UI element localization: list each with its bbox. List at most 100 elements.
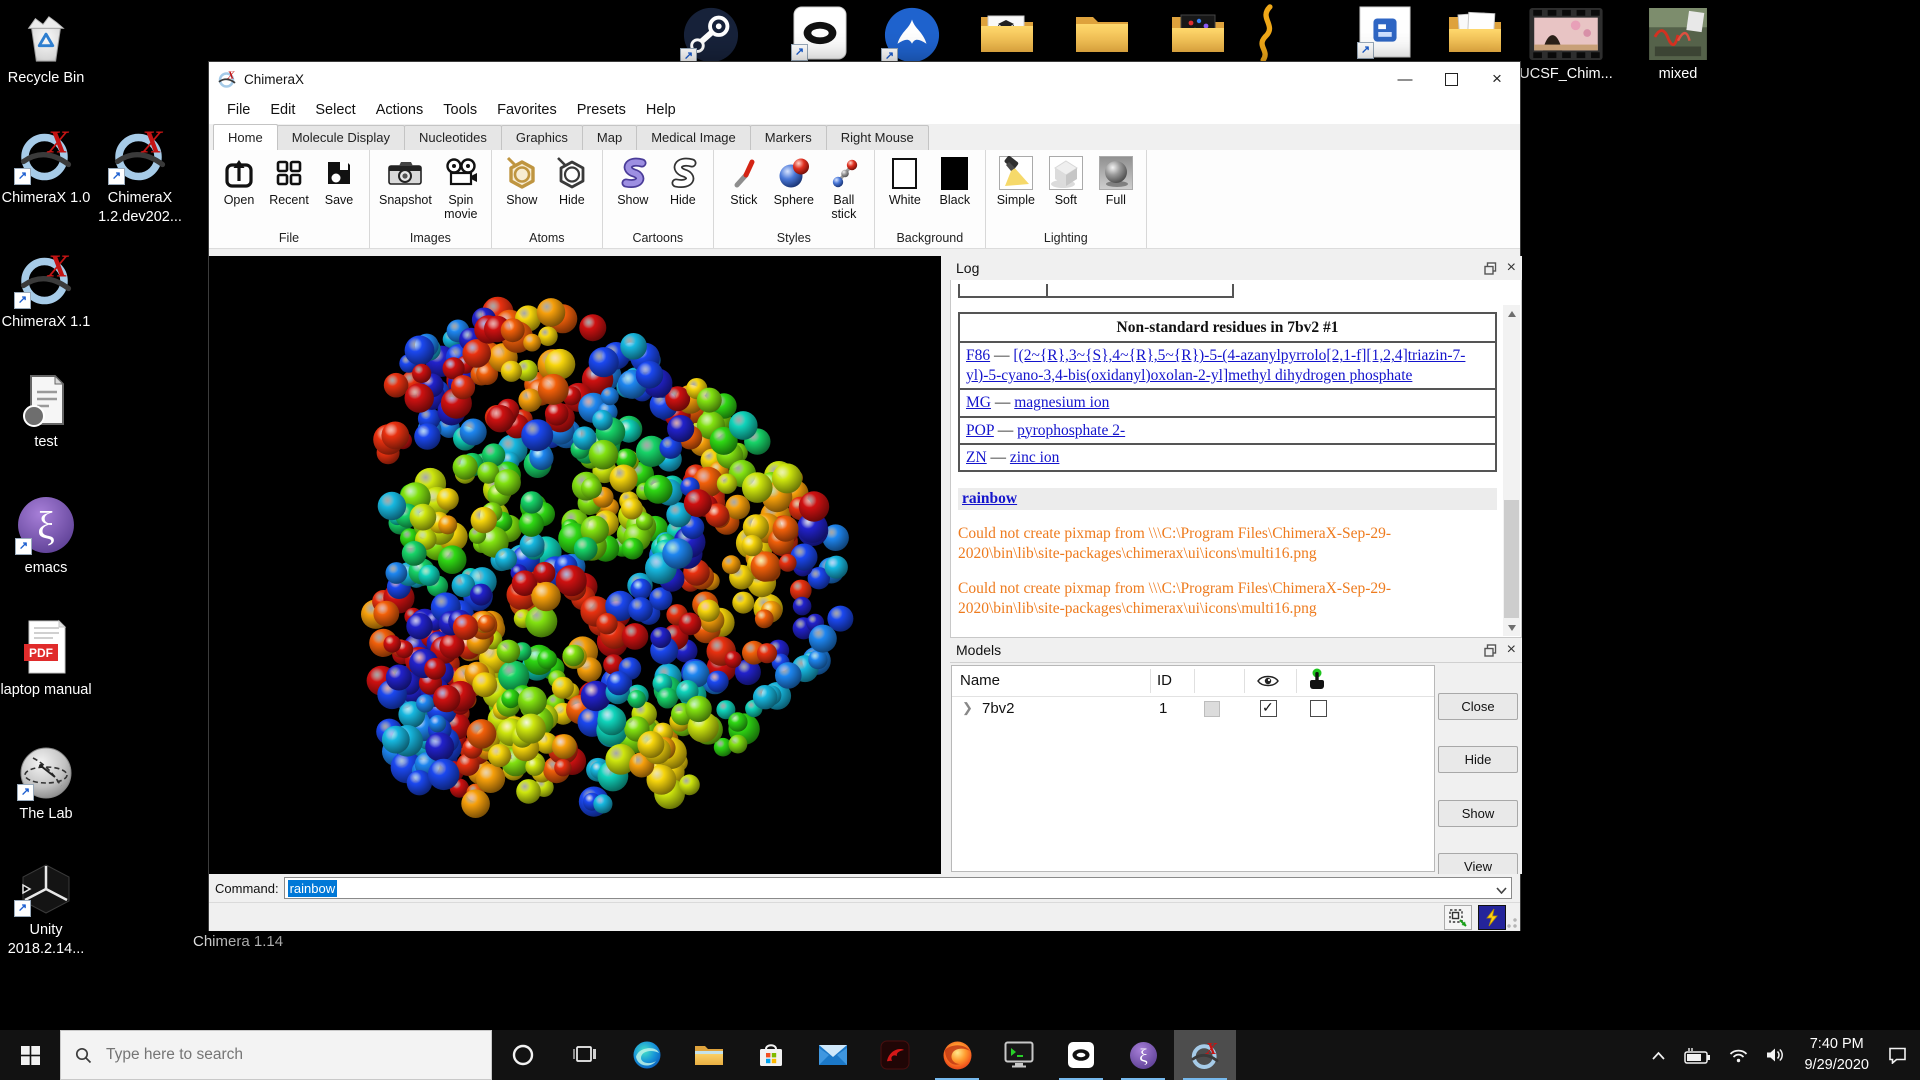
fast-mode-button[interactable] bbox=[1478, 905, 1506, 930]
menu-file[interactable]: File bbox=[217, 99, 260, 121]
tray-chevron-up-icon[interactable] bbox=[1642, 1050, 1675, 1061]
tab-medical-image[interactable]: Medical Image bbox=[636, 125, 751, 150]
cartoons-hide-button[interactable]: Hide bbox=[659, 153, 707, 229]
command-input[interactable]: rainbow bbox=[284, 877, 1512, 899]
desktop-icon-folder-docs[interactable] bbox=[1427, 8, 1523, 56]
sphere-button[interactable]: Sphere bbox=[770, 153, 818, 229]
scroll-up-arrow[interactable] bbox=[1503, 305, 1520, 322]
desktop-icon-folder-molecules[interactable] bbox=[1150, 8, 1246, 56]
taskbar-search[interactable] bbox=[60, 1030, 492, 1080]
menu-tools[interactable]: Tools bbox=[433, 99, 487, 121]
taskbar-clock[interactable]: 7:40 PM 9/29/2020 bbox=[1794, 1034, 1879, 1076]
float-panel-icon[interactable] bbox=[1484, 644, 1497, 657]
models-hide-button[interactable]: Hide bbox=[1438, 746, 1518, 773]
stick-button[interactable]: Stick bbox=[720, 153, 768, 229]
desktop-icon-chimerax-12dev[interactable]: ↗ ChimeraX 1.2.dev202... bbox=[92, 124, 188, 227]
menu-edit[interactable]: Edit bbox=[260, 99, 305, 121]
menu-presets[interactable]: Presets bbox=[567, 99, 636, 121]
lighting-full-button[interactable]: Full bbox=[1092, 153, 1140, 229]
log-content[interactable]: Non-standard residues in 7bv2 #1 F86 — [… bbox=[950, 280, 1522, 638]
tab-graphics[interactable]: Graphics bbox=[501, 125, 583, 150]
residue-code-link[interactable]: F86 bbox=[966, 347, 990, 364]
desktop-icon-recycle-bin[interactable]: Recycle Bin bbox=[0, 10, 94, 88]
tab-markers[interactable]: Markers bbox=[750, 125, 827, 150]
desktop-icon-mixed[interactable]: mixed bbox=[1630, 8, 1726, 84]
tab-right-mouse[interactable]: Right Mouse bbox=[826, 125, 929, 150]
column-header-name[interactable]: Name bbox=[960, 672, 1000, 689]
lighting-simple-button[interactable]: Simple bbox=[992, 153, 1040, 229]
desktop-icon-squiggle[interactable] bbox=[1237, 4, 1297, 62]
tab-molecule-display[interactable]: Molecule Display bbox=[277, 125, 405, 150]
desktop-icon-laptop-manual[interactable]: PDF laptop manual bbox=[0, 618, 94, 700]
taskbar-cortana[interactable] bbox=[492, 1030, 554, 1080]
menu-actions[interactable]: Actions bbox=[366, 99, 434, 121]
start-button[interactable] bbox=[0, 1030, 60, 1080]
models-title-bar[interactable]: Models × bbox=[950, 638, 1522, 663]
volume-icon[interactable] bbox=[1757, 1047, 1794, 1063]
viewport-3d[interactable] bbox=[209, 256, 941, 874]
residue-code-link[interactable]: MG bbox=[966, 394, 991, 411]
maximize-button[interactable] bbox=[1428, 62, 1474, 96]
taskbar-terminal[interactable] bbox=[988, 1030, 1050, 1080]
title-bar[interactable]: ChimeraX — × bbox=[209, 62, 1520, 96]
desktop-icon-folder-unity[interactable] bbox=[959, 8, 1055, 56]
residue-name-link[interactable]: [(2~{R},3~{S},4~{R},5~{R})-5-(4-azanylpy… bbox=[966, 347, 1465, 383]
close-panel-icon[interactable]: × bbox=[1507, 260, 1516, 276]
taskbar-oculus[interactable] bbox=[1050, 1030, 1112, 1080]
taskbar-store[interactable] bbox=[740, 1030, 802, 1080]
snapshot-button[interactable]: Snapshot bbox=[376, 153, 435, 229]
desktop-icon-steam[interactable]: ↗ bbox=[663, 6, 759, 64]
select-checkbox[interactable] bbox=[1310, 700, 1327, 717]
atoms-hide-button[interactable]: Hide bbox=[548, 153, 596, 229]
desktop-icon-emacs[interactable]: ξ ↗ emacs bbox=[0, 496, 94, 578]
taskbar-mail[interactable] bbox=[802, 1030, 864, 1080]
model-row-7bv2[interactable]: ❯ 7bv2 1 bbox=[952, 697, 1434, 723]
desktop-icon-the-lab[interactable]: ↗ The Lab bbox=[0, 746, 94, 824]
residue-name-link[interactable]: pyrophosphate 2- bbox=[1017, 422, 1125, 439]
residue-code-link[interactable]: POP bbox=[966, 422, 994, 439]
tab-home[interactable]: Home bbox=[213, 124, 278, 151]
residue-code-link[interactable]: ZN bbox=[966, 449, 987, 466]
minimize-button[interactable]: — bbox=[1382, 62, 1428, 96]
desktop-icon-ucsf-video[interactable]: UCSF_Chim... bbox=[1518, 8, 1614, 84]
recent-button[interactable]: Recent bbox=[265, 153, 313, 229]
select-zoom-button[interactable] bbox=[1444, 905, 1472, 930]
desktop-icon-test[interactable]: test bbox=[0, 372, 94, 452]
tab-map[interactable]: Map bbox=[582, 125, 637, 150]
ball-stick-button[interactable]: Ball stick bbox=[820, 153, 868, 229]
background-white-button[interactable]: White bbox=[881, 153, 929, 229]
background-black-button[interactable]: Black bbox=[931, 153, 979, 229]
float-panel-icon[interactable] bbox=[1484, 262, 1497, 275]
log-scrollbar[interactable] bbox=[1503, 305, 1520, 636]
close-panel-icon[interactable]: × bbox=[1507, 642, 1516, 658]
expand-chevron-icon[interactable]: ❯ bbox=[962, 700, 973, 716]
desktop-icon-app-shortcut[interactable]: ↗ bbox=[1337, 6, 1433, 58]
residue-name-link[interactable]: magnesium ion bbox=[1014, 394, 1109, 411]
models-show-button[interactable]: Show bbox=[1438, 800, 1518, 827]
residue-name-link[interactable]: zinc ion bbox=[1010, 449, 1060, 466]
column-header-id[interactable]: ID bbox=[1157, 672, 1172, 689]
rainbow-command-link[interactable]: rainbow bbox=[962, 490, 1017, 507]
taskbar-firefox[interactable] bbox=[926, 1030, 988, 1080]
resize-grip[interactable] bbox=[1506, 917, 1518, 929]
taskbar-msi-dragon[interactable] bbox=[864, 1030, 926, 1080]
wifi-icon[interactable] bbox=[1720, 1048, 1757, 1063]
desktop-icon-oculus[interactable]: ↗ bbox=[772, 6, 868, 60]
desktop-icon-whale[interactable]: ↗ bbox=[864, 6, 960, 64]
cartoons-show-button[interactable]: Show bbox=[609, 153, 657, 229]
spin-movie-button[interactable]: Spin movie bbox=[437, 153, 485, 229]
save-button[interactable]: Save bbox=[315, 153, 363, 229]
lighting-soft-button[interactable]: Soft bbox=[1042, 153, 1090, 229]
menu-favorites[interactable]: Favorites bbox=[487, 99, 567, 121]
atoms-show-button[interactable]: Show bbox=[498, 153, 546, 229]
tab-nucleotides[interactable]: Nucleotides bbox=[404, 125, 502, 150]
close-button[interactable]: × bbox=[1474, 62, 1520, 96]
taskbar-edge[interactable] bbox=[616, 1030, 678, 1080]
scroll-down-arrow[interactable] bbox=[1503, 619, 1520, 636]
scroll-thumb[interactable] bbox=[1504, 500, 1519, 618]
shown-checkbox[interactable] bbox=[1260, 700, 1277, 717]
menu-select[interactable]: Select bbox=[305, 99, 365, 121]
taskbar-emacs[interactable]: ξ bbox=[1112, 1030, 1174, 1080]
skip-checkbox[interactable] bbox=[1204, 701, 1220, 717]
menu-help[interactable]: Help bbox=[636, 99, 686, 121]
